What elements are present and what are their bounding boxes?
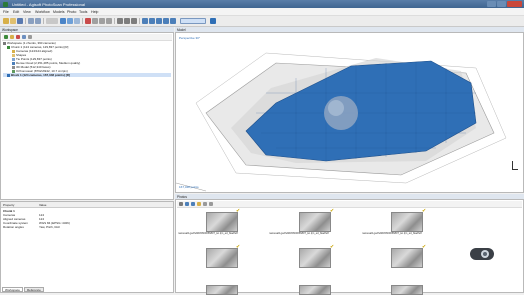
tiled-model-icon[interactable] (170, 18, 176, 24)
menu-workflow[interactable]: Workflow (35, 10, 50, 14)
aligned-check-icon: ✔ (330, 244, 335, 250)
photos-rotate-right-icon[interactable] (191, 201, 195, 206)
app-icon (3, 1, 8, 7)
workspace-title: Workspace (2, 27, 18, 32)
chunk-icon (7, 45, 10, 49)
delete-selection-icon[interactable] (85, 18, 91, 24)
model-shaded-icon[interactable] (156, 18, 162, 24)
photos-toolbar (177, 201, 522, 208)
rotate-region-icon[interactable] (106, 18, 112, 24)
minimize-button[interactable] (487, 1, 496, 7)
navigation-icon[interactable] (46, 18, 58, 24)
rectangle-select-icon[interactable] (60, 18, 66, 24)
show-cameras-icon[interactable] (210, 18, 216, 24)
points-count-label: 167,348 points (179, 185, 199, 189)
tab-reference[interactable]: Reference (24, 287, 44, 292)
photo-label: namesalli.gedhdfd45660056807_ko.i(in_ed_… (269, 232, 329, 235)
maximize-button[interactable] (497, 1, 506, 7)
free-select-icon[interactable] (74, 18, 80, 24)
photo-thumbnail[interactable] (206, 248, 238, 268)
properties-header: Property Value (1, 202, 173, 208)
camera-preview-icon (470, 248, 494, 260)
photo-thumbnail[interactable] (299, 285, 331, 295)
zoom-out-icon[interactable] (124, 18, 130, 24)
menu-models[interactable]: Models (53, 10, 65, 14)
menu-photo[interactable]: Photo (67, 10, 76, 14)
title-bar: Untitled - Agisoft PhotoScan Professiona… (0, 0, 524, 8)
photo-thumbnail[interactable] (391, 212, 423, 232)
crop-selection-icon[interactable] (92, 18, 98, 24)
add-chunk-icon[interactable] (4, 34, 8, 39)
menu-view[interactable]: View (23, 10, 31, 14)
open-icon[interactable] (10, 18, 16, 24)
workspace-panel: Workspace (1 chunks, 390 cameras) Chunk … (0, 32, 174, 200)
workspace-icon (3, 41, 6, 45)
photo-thumbnail[interactable] (391, 285, 423, 295)
close-button[interactable] (507, 1, 522, 7)
aligned-check-icon: ✔ (422, 244, 427, 250)
photos-filter-icon[interactable] (209, 201, 213, 206)
toolbar (0, 16, 524, 27)
photos-mask-icon[interactable] (197, 201, 201, 206)
menu-edit[interactable]: Edit (13, 10, 19, 14)
photos-panel: ✔ namesalli.gedhdfd45660056807_ko.i(in_e… (175, 199, 524, 295)
aligned-check-icon: ✔ (236, 244, 241, 250)
aligned-check-icon: ✔ (236, 208, 241, 214)
save-icon[interactable] (17, 18, 23, 24)
new-icon[interactable] (3, 18, 9, 24)
resize-region-icon[interactable] (99, 18, 105, 24)
dense-cloud-icon[interactable] (149, 18, 155, 24)
block-icon (7, 73, 10, 77)
photo-thumbnail[interactable] (299, 212, 331, 232)
model-render (176, 52, 507, 192)
window-title: Untitled - Agisoft PhotoScan Professiona… (12, 1, 85, 7)
remove-items-icon[interactable] (16, 34, 20, 39)
properties-panel: Property Value Chunk 1 Cameras 124 Aligne… (0, 201, 174, 293)
photo-label: namesalli.gedhdfd45660056807_ko.i(in_ed_… (362, 232, 422, 235)
photos-view-icon[interactable] (203, 201, 207, 206)
menu-file[interactable]: File (3, 10, 9, 14)
axis-icon (512, 161, 520, 171)
menu-bar: File Edit View Workflow Models Photo Too… (0, 8, 524, 16)
model-viewport[interactable]: Perspective 30° 167,348 points (175, 32, 524, 193)
photos-title: Photos (177, 194, 187, 199)
workspace-toolbar (2, 34, 172, 41)
tab-workspace[interactable]: Workspace (2, 287, 23, 292)
photo-thumbnail[interactable] (206, 285, 238, 295)
model-textured-icon[interactable] (163, 18, 169, 24)
point-cloud-icon[interactable] (142, 18, 148, 24)
photo-label: namesalli.gedhdfd45660056807_ko.i(in_ed_… (178, 232, 238, 235)
photos-remove-icon[interactable] (179, 201, 183, 206)
undo-icon[interactable] (28, 18, 34, 24)
menu-help[interactable]: Help (91, 10, 98, 14)
redo-icon[interactable] (35, 18, 41, 24)
reset-view-icon[interactable] (131, 18, 137, 24)
aligned-check-icon: ✔ (330, 208, 335, 214)
property-column-header: Property (3, 202, 15, 207)
display-mode-dropdown[interactable] (180, 18, 206, 24)
workspace-options-icon[interactable] (22, 34, 26, 39)
menu-tools[interactable]: Tools (79, 10, 87, 14)
photos-rotate-left-icon[interactable] (185, 201, 189, 206)
add-photos-icon[interactable] (10, 34, 14, 39)
model-title: Model (177, 27, 186, 32)
selected-block-item[interactable]: Block 1 (124 cameras, 167,348 points) [R… (3, 73, 171, 77)
aligned-check-icon: ✔ (422, 208, 427, 214)
workspace-settings-icon[interactable] (28, 34, 32, 39)
photo-thumbnail[interactable] (206, 212, 238, 232)
circle-select-icon[interactable] (67, 18, 73, 24)
value-column-header: Value (39, 202, 47, 207)
zoom-in-icon[interactable] (117, 18, 123, 24)
photo-thumbnail[interactable] (391, 248, 423, 268)
photo-thumbnail[interactable] (299, 248, 331, 268)
